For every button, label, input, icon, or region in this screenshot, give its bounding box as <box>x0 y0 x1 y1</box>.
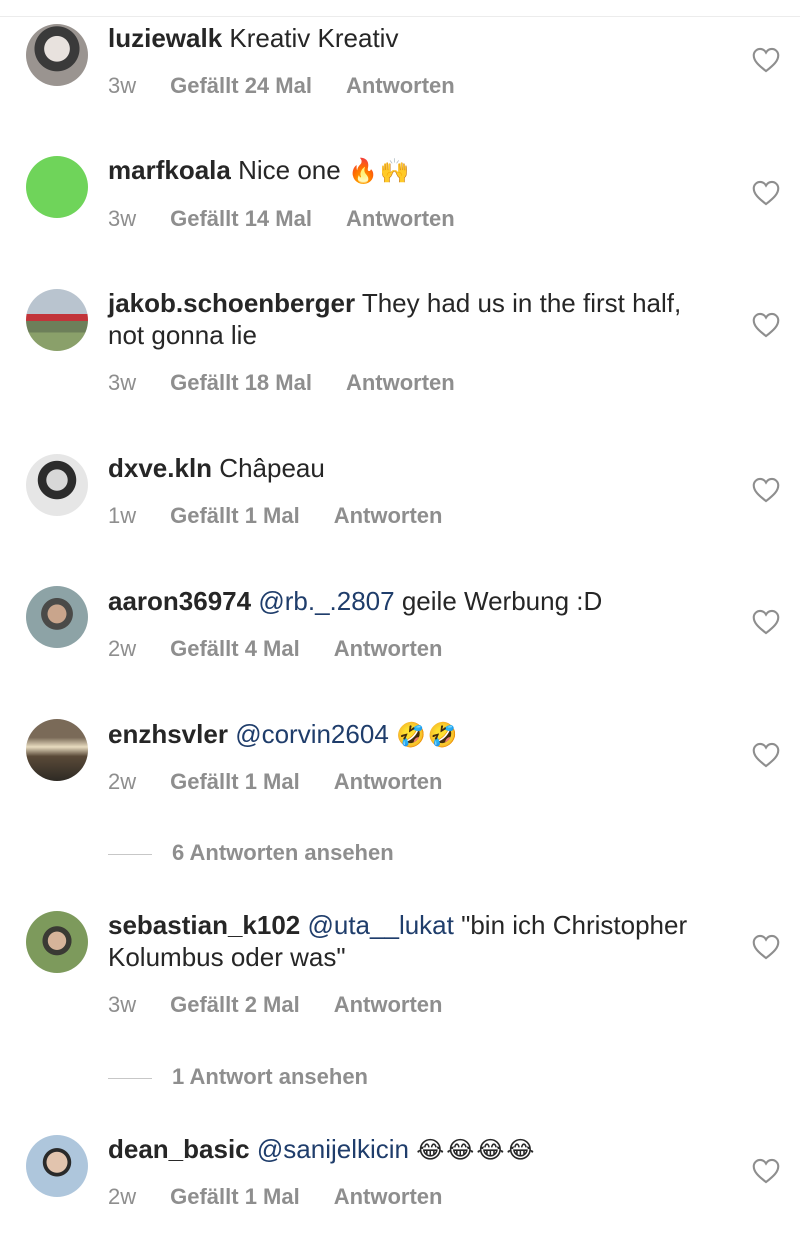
comment-username[interactable]: jakob.schoenberger <box>108 288 355 318</box>
heart-outline-icon[interactable] <box>752 609 780 635</box>
comment-body: Châpeau <box>219 453 325 483</box>
comment-mention[interactable]: @sanijelkicin <box>257 1134 409 1164</box>
replies-divider <box>108 853 152 855</box>
comment-likes[interactable]: Gefällt 24 Mal <box>170 73 312 99</box>
comment-meta: 2w Gefällt 1 Mal Antworten <box>108 769 442 795</box>
comment-emoji: 🤣🤣 <box>396 721 460 749</box>
comment-likes[interactable]: Gefällt 1 Mal <box>170 769 300 795</box>
heart-outline-icon[interactable] <box>752 180 780 206</box>
avatar[interactable] <box>26 156 88 218</box>
comment-time: 2w <box>108 1184 137 1209</box>
comment-emoji: 🔥🙌 <box>347 157 412 185</box>
comment-username[interactable]: enzhsvler <box>108 719 228 749</box>
reply-button[interactable]: Antworten <box>346 206 455 232</box>
heart-outline-icon[interactable] <box>752 1158 780 1184</box>
comment-likes[interactable]: Gefällt 1 Mal <box>170 1184 300 1210</box>
comment-meta: 2w Gefällt 1 Mal Antworten <box>108 1184 442 1210</box>
comment-meta: 3w Gefällt 24 Mal Antworten <box>108 73 455 99</box>
comment-text: sebastian_k102 @uta__lukat "bin ich Chri… <box>108 909 718 973</box>
comment-text: jakob.schoenberger They had us in the fi… <box>108 287 718 351</box>
comment-meta: 2w Gefällt 4 Mal Antworten <box>108 636 442 662</box>
comment-body: Nice one <box>238 155 341 185</box>
reply-button[interactable]: Antworten <box>346 73 455 99</box>
comment-likes[interactable]: Gefällt 1 Mal <box>170 503 300 529</box>
comment-text: dxve.kln Châpeau <box>108 452 718 484</box>
comment-meta: 3w Gefällt 14 Mal Antworten <box>108 206 455 232</box>
comment-text: dean_basic @sanijelkicin 😂😂😂😂 <box>108 1133 718 1166</box>
view-replies-label: 1 Antwort ansehen <box>172 1064 368 1089</box>
view-replies-label: 6 Antworten ansehen <box>172 840 394 865</box>
comment-time: 3w <box>108 73 137 98</box>
heart-outline-icon[interactable] <box>752 477 780 503</box>
comment-meta: 3w Gefällt 18 Mal Antworten <box>108 370 455 396</box>
reply-button[interactable]: Antworten <box>346 370 455 396</box>
reply-button[interactable]: Antworten <box>334 1184 443 1210</box>
comment-likes[interactable]: Gefällt 18 Mal <box>170 370 312 396</box>
comment-body: Kreativ Kreativ <box>229 23 399 53</box>
comment-likes[interactable]: Gefällt 14 Mal <box>170 206 312 232</box>
comment-meta: 1w Gefällt 1 Mal Antworten <box>108 503 442 529</box>
comment-username[interactable]: dean_basic <box>108 1134 250 1164</box>
avatar[interactable] <box>26 24 88 86</box>
avatar[interactable] <box>26 586 88 648</box>
comment-mention[interactable]: @corvin2604 <box>235 719 389 749</box>
comment-username[interactable]: marfkoala <box>108 155 231 185</box>
comment-emoji: 😂😂😂😂 <box>416 1136 537 1164</box>
comment-mention[interactable]: @uta__lukat <box>307 910 453 940</box>
replies-divider <box>108 1077 152 1079</box>
heart-outline-icon[interactable] <box>752 312 780 338</box>
reply-button[interactable]: Antworten <box>334 636 443 662</box>
comment-username[interactable]: aaron36974 <box>108 586 251 616</box>
reply-button[interactable]: Antworten <box>334 992 443 1018</box>
comment-username[interactable]: luziewalk <box>108 23 222 53</box>
comment-time: 2w <box>108 769 137 794</box>
comment-time: 2w <box>108 636 137 661</box>
comment-time: 3w <box>108 370 137 395</box>
comment-text: enzhsvler @corvin2604 🤣🤣 <box>108 718 718 751</box>
comment-likes[interactable]: Gefällt 4 Mal <box>170 636 300 662</box>
comment-body: geile Werbung :D <box>401 586 603 616</box>
view-replies-button[interactable]: 1 Antwort ansehen <box>108 1064 368 1090</box>
comment-username[interactable]: sebastian_k102 <box>108 910 300 940</box>
reply-button[interactable]: Antworten <box>334 503 443 529</box>
heart-outline-icon[interactable] <box>752 934 780 960</box>
heart-outline-icon[interactable] <box>752 47 780 73</box>
comment-time: 1w <box>108 503 137 528</box>
reply-button[interactable]: Antworten <box>334 769 443 795</box>
avatar[interactable] <box>26 911 88 973</box>
view-replies-button[interactable]: 6 Antworten ansehen <box>108 840 394 866</box>
comment-likes[interactable]: Gefällt 2 Mal <box>170 992 300 1018</box>
avatar[interactable] <box>26 1135 88 1197</box>
avatar[interactable] <box>26 719 88 781</box>
heart-outline-icon[interactable] <box>752 742 780 768</box>
avatar[interactable] <box>26 454 88 516</box>
comment-text: aaron36974 @rb._.2807 geile Werbung :D <box>108 585 718 617</box>
avatar[interactable] <box>26 289 88 351</box>
comment-text: luziewalk Kreativ Kreativ <box>108 22 718 54</box>
comment-meta: 3w Gefällt 2 Mal Antworten <box>108 992 442 1018</box>
comment-mention[interactable]: @rb._.2807 <box>258 586 394 616</box>
comment-time: 3w <box>108 992 137 1017</box>
top-divider <box>0 16 800 17</box>
comment-username[interactable]: dxve.kln <box>108 453 212 483</box>
comment-text: marfkoala Nice one 🔥🙌 <box>108 154 718 187</box>
comment-time: 3w <box>108 206 137 231</box>
